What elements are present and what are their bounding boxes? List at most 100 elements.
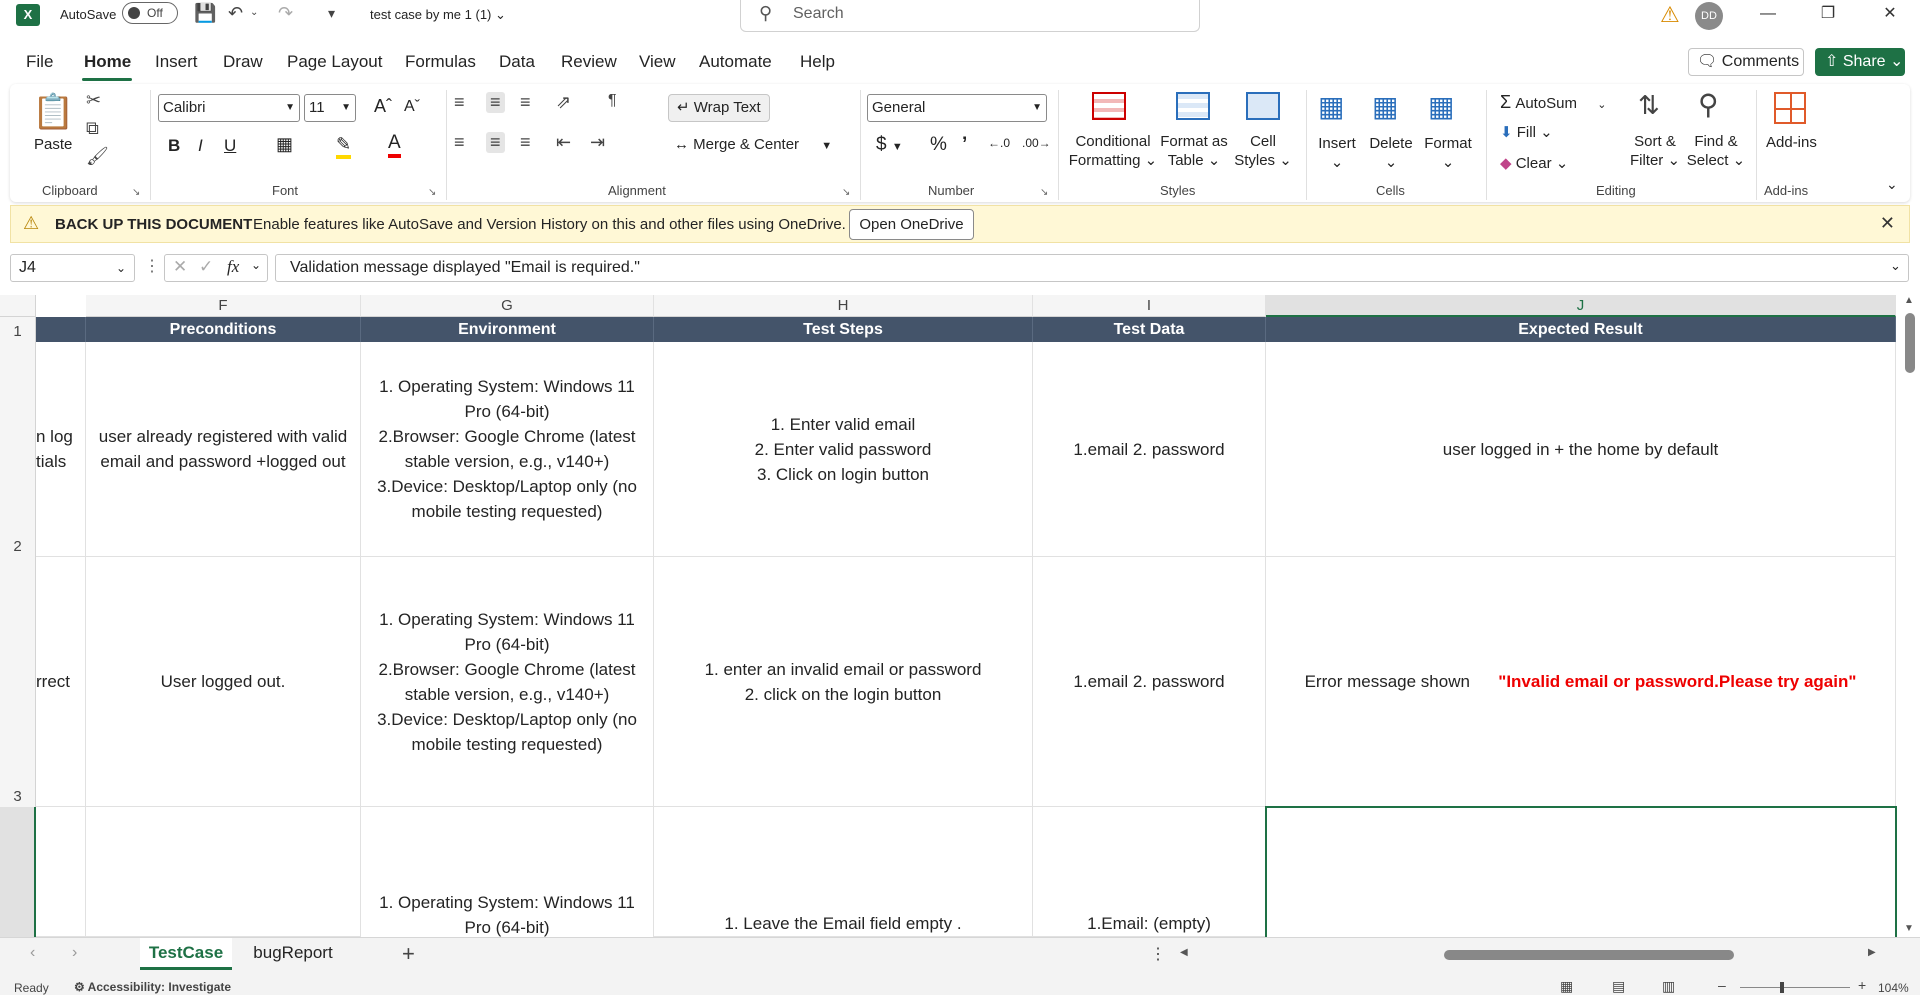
zoom-level[interactable]: 104% xyxy=(1878,981,1909,995)
borders-icon[interactable]: ▦ xyxy=(276,134,293,155)
add-sheet-icon[interactable]: + xyxy=(402,941,415,967)
cut-icon[interactable]: ✂ xyxy=(86,90,101,111)
cell-styles-button[interactable]: Cell Styles ⌄ xyxy=(1234,132,1292,170)
format-painter-icon[interactable]: 🖌 xyxy=(86,146,109,167)
cell-h3[interactable]: 1. enter an invalid email or password 2.… xyxy=(654,557,1033,807)
formula-input[interactable]: Validation message displayed "Email is r… xyxy=(275,254,1909,282)
name-box[interactable]: J4 ⌄ xyxy=(10,254,135,282)
text-direction-icon[interactable]: ¶ xyxy=(608,92,617,110)
search-box[interactable]: ⚲ Search xyxy=(740,0,1200,32)
file-name[interactable]: test case by me 1 (1) ⌄ xyxy=(370,7,506,23)
zoom-in-icon[interactable]: + xyxy=(1858,977,1866,993)
comments-button[interactable]: 🗨 Comments xyxy=(1688,48,1804,76)
align-top-icon[interactable]: ≡ xyxy=(454,92,465,113)
add-ins-button[interactable]: Add-ins xyxy=(1766,134,1817,151)
format-cells-button[interactable]: Format ⌄ xyxy=(1418,134,1478,172)
scroll-left-icon[interactable]: ◀ xyxy=(1180,947,1188,958)
tab-automate[interactable]: Automate xyxy=(699,52,772,72)
tab-review[interactable]: Review xyxy=(561,52,617,72)
cell-i3[interactable]: 1.email 2. password xyxy=(1033,557,1266,807)
prev-sheet-icon[interactable]: ‹ xyxy=(30,944,35,962)
close-window-button[interactable]: ✕ xyxy=(1862,0,1918,30)
minimize-button[interactable]: — xyxy=(1740,0,1796,30)
tab-formulas[interactable]: Formulas xyxy=(405,52,476,72)
vertical-scroll-thumb[interactable] xyxy=(1905,313,1915,373)
row-header-1[interactable]: 1 xyxy=(0,317,36,342)
row-header-2[interactable]: 2 xyxy=(0,342,36,557)
undo-dropdown-icon[interactable]: ⌄ xyxy=(250,0,258,26)
copy-icon[interactable]: ⧉ xyxy=(86,118,99,139)
scroll-down-icon[interactable]: ▼ xyxy=(1904,923,1914,934)
worksheet-grid[interactable]: F G H I J 1 2 3 Preconditions Environmen… xyxy=(0,295,1900,937)
cell-j3[interactable]: Error message shown "Invalid email or pa… xyxy=(1266,557,1896,807)
share-button[interactable]: ⇧ Share ⌄ xyxy=(1815,48,1905,76)
insert-function-icon[interactable]: fx xyxy=(227,257,239,277)
tab-insert[interactable]: Insert xyxy=(155,52,198,72)
font-color-icon[interactable]: A xyxy=(388,132,401,158)
column-header-g[interactable]: G xyxy=(361,295,654,317)
warning-icon[interactable]: ⚠ xyxy=(1660,2,1680,28)
insert-cells-button[interactable]: Insert ⌄ xyxy=(1310,134,1364,172)
alignment-launcher-icon[interactable]: ↘ xyxy=(842,187,850,198)
undo-icon[interactable]: ↶ xyxy=(228,0,243,26)
align-right-icon[interactable]: ≡ xyxy=(520,132,531,153)
collapse-ribbon-icon[interactable]: ⌄ xyxy=(1886,176,1898,193)
select-all-corner[interactable] xyxy=(0,295,36,317)
increase-decimal-icon[interactable]: ←.0 xyxy=(988,136,1010,150)
clear-button[interactable]: ◆ Clear ⌄ xyxy=(1500,154,1568,172)
align-bottom-icon[interactable]: ≡ xyxy=(520,92,531,113)
align-center-icon[interactable]: ≡ xyxy=(486,132,505,153)
font-size-select[interactable]: 11 ▼ xyxy=(304,94,356,122)
increase-indent-icon[interactable]: ⇥ xyxy=(590,132,605,153)
delete-cells-button[interactable]: Delete ⌄ xyxy=(1364,134,1418,172)
fill-color-icon[interactable]: ✎ xyxy=(336,134,352,159)
italic-icon[interactable]: I xyxy=(198,136,203,156)
tab-options-icon[interactable]: ⋮ xyxy=(1150,944,1166,964)
sheet-tab-bugreport[interactable]: bugReport xyxy=(240,938,346,970)
vertical-scrollbar[interactable]: ▲ ▼ xyxy=(1900,295,1920,937)
header-cell-test-data[interactable]: Test Data xyxy=(1033,317,1266,342)
horizontal-scroll-thumb[interactable] xyxy=(1444,950,1734,960)
zoom-slider[interactable] xyxy=(1740,987,1850,988)
cell-i4[interactable]: 1.Email: (empty) xyxy=(1033,807,1266,937)
format-as-table-button[interactable]: Format as Table ⌄ xyxy=(1160,132,1228,170)
close-icon[interactable]: ✕ xyxy=(1880,213,1895,234)
paste-icon[interactable]: 📋 xyxy=(32,92,74,132)
scroll-right-icon[interactable]: ▶ xyxy=(1868,947,1876,958)
more-options-icon[interactable]: ⋮ xyxy=(144,256,160,276)
header-cell[interactable] xyxy=(36,317,86,342)
cell-g3[interactable]: 1. Operating System: Windows 11 Pro (64-… xyxy=(361,557,654,807)
tab-home[interactable]: Home xyxy=(84,52,131,72)
cell-i2[interactable]: 1.email 2. password xyxy=(1033,342,1266,557)
cell-j2[interactable]: user logged in + the home by default xyxy=(1266,342,1896,557)
sort-filter-button[interactable]: Sort & Filter ⌄ xyxy=(1626,132,1684,170)
cell-h2[interactable]: 1. Enter valid email 2. Enter valid pass… xyxy=(654,342,1033,557)
column-header-i[interactable]: I xyxy=(1033,295,1266,317)
orientation-icon[interactable]: ⇗ xyxy=(556,92,571,113)
cell-j4-selected[interactable] xyxy=(1265,806,1897,937)
find-select-button[interactable]: Find & Select ⌄ xyxy=(1686,132,1746,170)
header-cell-test-steps[interactable]: Test Steps xyxy=(654,317,1033,342)
header-cell-expected-result[interactable]: Expected Result xyxy=(1266,317,1896,342)
autosum-button[interactable]: Σ AutoSum ⌄ xyxy=(1500,92,1606,113)
cell-f3[interactable]: User logged out. xyxy=(86,557,361,807)
customize-toolbar-icon[interactable]: ▾ xyxy=(328,0,335,26)
font-name-select[interactable]: Calibri ▼ xyxy=(158,94,300,122)
number-format-select[interactable]: General ▼ xyxy=(867,94,1047,122)
percent-icon[interactable]: % xyxy=(930,134,947,156)
wrap-text-button[interactable]: ↵ Wrap Text xyxy=(668,94,770,122)
cell-f4[interactable] xyxy=(86,807,361,937)
conditional-formatting-button[interactable]: Conditional Formatting ⌄ xyxy=(1068,132,1158,170)
align-middle-icon[interactable]: ≡ xyxy=(486,92,505,113)
cancel-icon[interactable]: ✕ xyxy=(173,257,187,277)
bold-icon[interactable]: B xyxy=(168,136,180,156)
tab-data[interactable]: Data xyxy=(499,52,535,72)
scroll-up-icon[interactable]: ▲ xyxy=(1904,295,1914,306)
zoom-slider-thumb[interactable] xyxy=(1780,982,1784,993)
tab-page-layout[interactable]: Page Layout xyxy=(287,52,382,72)
merge-center-button[interactable]: ↔ Merge & Center ▼ xyxy=(674,136,832,153)
normal-view-icon[interactable]: ▦ xyxy=(1560,978,1573,995)
save-icon[interactable]: 💾 xyxy=(194,0,216,26)
zoom-out-icon[interactable]: – xyxy=(1718,977,1726,993)
increase-font-icon[interactable]: Aˆ xyxy=(374,96,392,117)
